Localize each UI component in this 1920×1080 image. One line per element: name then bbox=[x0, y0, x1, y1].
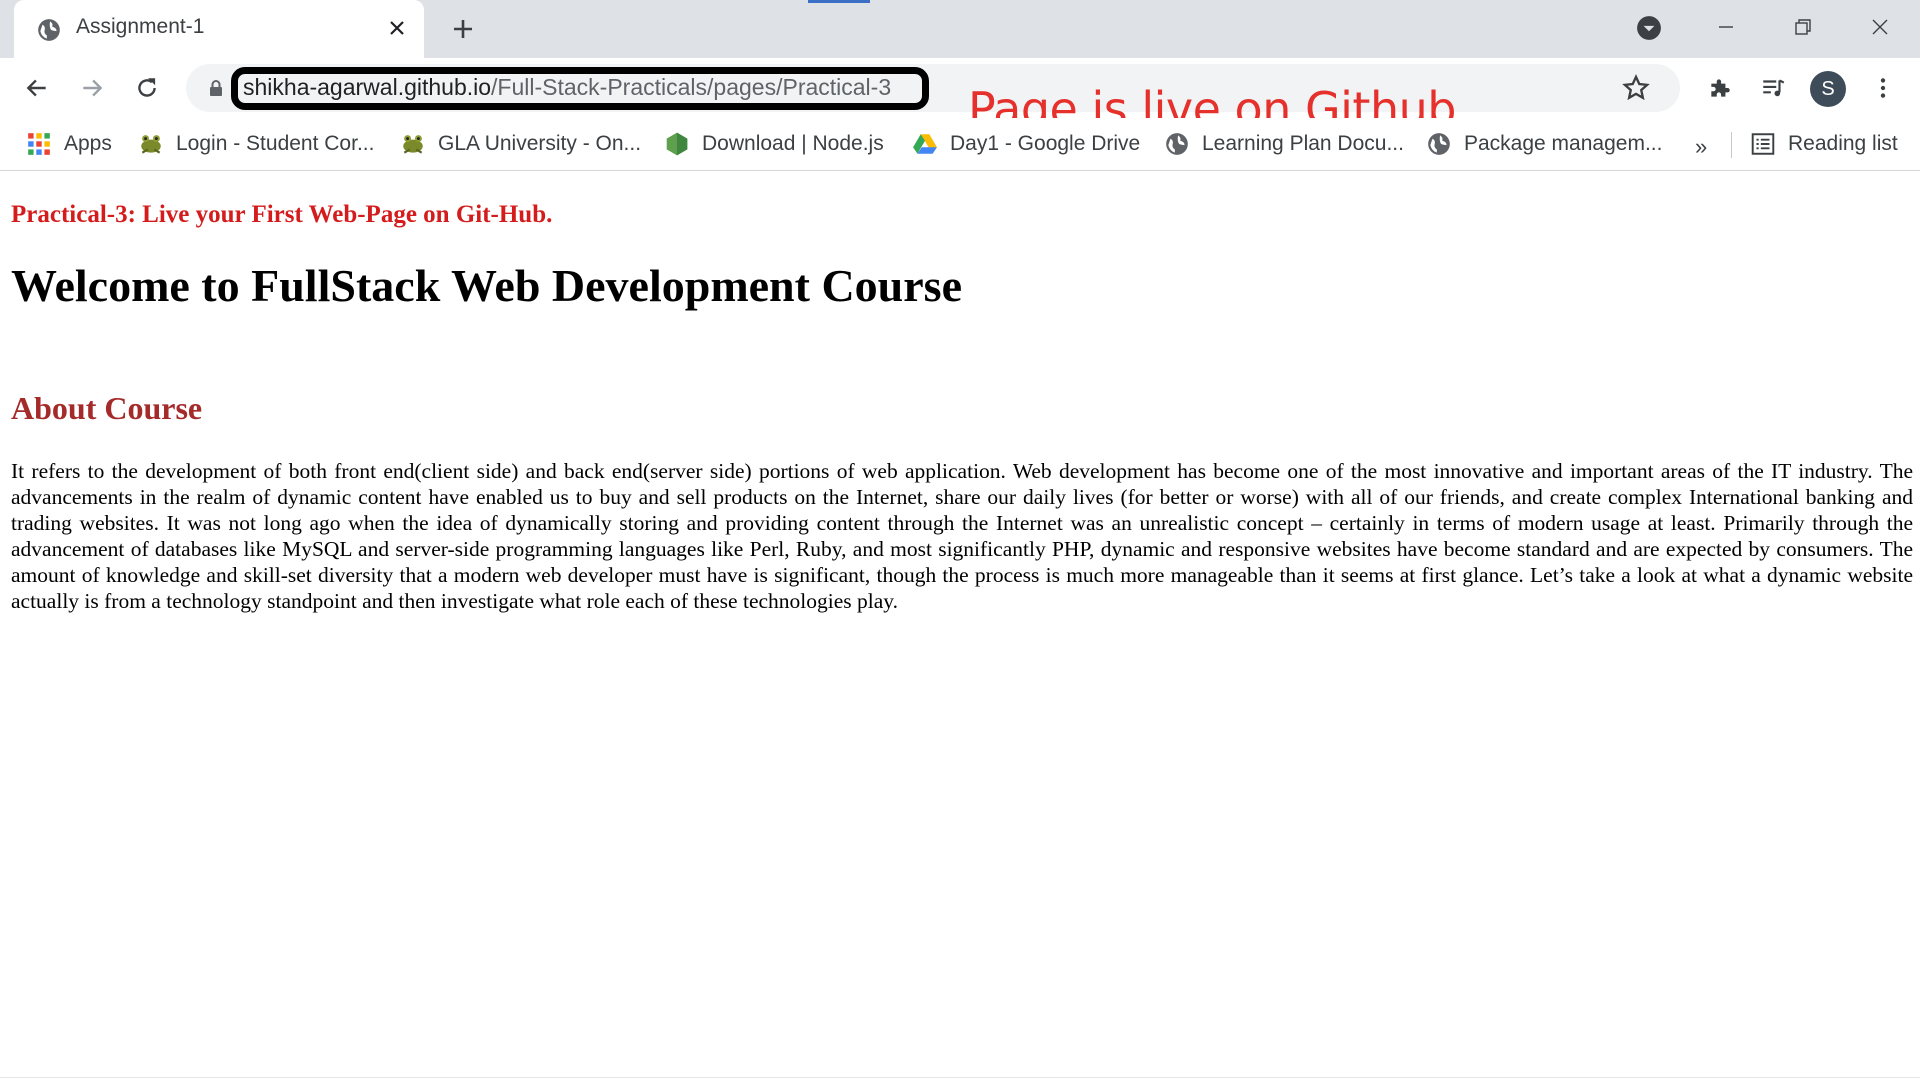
back-arrow-icon[interactable] bbox=[20, 71, 54, 105]
globe-icon bbox=[38, 19, 60, 41]
browser-tab[interactable]: Assignment-1 bbox=[14, 0, 424, 58]
frog-icon bbox=[141, 135, 161, 154]
bookmark-apps[interactable]: Apps bbox=[26, 128, 112, 160]
lock-icon[interactable] bbox=[206, 78, 226, 98]
close-tab-icon[interactable] bbox=[384, 15, 410, 41]
globe-icon bbox=[1166, 133, 1188, 155]
tab-strip: Assignment-1 bbox=[0, 0, 1920, 58]
restore-icon[interactable] bbox=[1788, 12, 1818, 42]
media-controls-icon[interactable] bbox=[1756, 71, 1790, 105]
new-tab-icon[interactable] bbox=[448, 14, 478, 44]
bookmark-label: Download | Node.js bbox=[702, 132, 884, 155]
reload-icon[interactable] bbox=[130, 71, 164, 105]
bookmark-label: Package managem... bbox=[1464, 132, 1663, 155]
bookmark-nodejs-download[interactable]: Download | Node.js bbox=[664, 128, 884, 160]
tab-title: Assignment-1 bbox=[76, 15, 205, 38]
window-close-icon[interactable] bbox=[1865, 12, 1895, 42]
bookmarks-divider bbox=[1731, 132, 1732, 158]
bookmark-label: Apps bbox=[64, 132, 112, 155]
forward-arrow-icon[interactable] bbox=[75, 71, 109, 105]
page-content: Practical-3: Live your First Web-Page on… bbox=[0, 171, 1920, 1080]
url-host: shikha-agarwal.github.io bbox=[243, 74, 492, 100]
globe-icon bbox=[1428, 133, 1450, 155]
url-path: /Full-Stack-Practicals/pages/Practical-3 bbox=[491, 74, 892, 100]
nodejs-icon bbox=[666, 132, 688, 156]
bookmark-label: Learning Plan Docu... bbox=[1202, 132, 1404, 155]
welcome-heading: Welcome to FullStack Web Development Cou… bbox=[11, 260, 962, 311]
apps-grid-icon bbox=[28, 133, 50, 155]
url-text[interactable]: shikha-agarwal.github.io/Full-Stack-Prac… bbox=[243, 74, 891, 101]
minimize-icon[interactable] bbox=[1711, 12, 1741, 42]
about-course-heading: About Course bbox=[11, 390, 203, 426]
frog-icon bbox=[403, 135, 423, 154]
bookmark-learning-plan[interactable]: Learning Plan Docu... bbox=[1164, 128, 1404, 160]
bookmark-login-student[interactable]: Login - Student Cor... bbox=[138, 128, 374, 160]
tab-drag-indicator bbox=[808, 0, 870, 3]
practical-title: Practical-3: Live your First Web-Page on… bbox=[11, 201, 553, 228]
bookmark-label: Login - Student Cor... bbox=[176, 132, 375, 155]
bookmarks-bar: Apps Login - Student Cor... GLA Universi… bbox=[0, 118, 1920, 171]
about-course-paragraph: It refers to the development of both fro… bbox=[11, 459, 1913, 613]
extensions-puzzle-icon[interactable] bbox=[1703, 71, 1737, 105]
reading-list-icon bbox=[1751, 133, 1775, 155]
bookmark-google-drive[interactable]: Day1 - Google Drive bbox=[912, 128, 1140, 160]
bookmark-package-management[interactable]: Package managem... bbox=[1426, 128, 1662, 160]
window-bottom-border bbox=[0, 1077, 1920, 1078]
bookmark-star-icon[interactable] bbox=[1622, 74, 1650, 102]
google-drive-icon bbox=[913, 134, 937, 154]
bookmarks-overflow-chevron[interactable]: » bbox=[1695, 134, 1707, 160]
more-menu-icon[interactable] bbox=[1866, 71, 1900, 105]
reading-list-label: Reading list bbox=[1788, 132, 1898, 155]
bookmark-gla-university[interactable]: GLA University - On... bbox=[400, 128, 641, 160]
browser-toolbar: shikha-agarwal.github.io/Full-Stack-Prac… bbox=[0, 58, 1920, 118]
bookmark-label: Day1 - Google Drive bbox=[950, 132, 1141, 155]
tab-search-icon[interactable] bbox=[1636, 15, 1662, 41]
reading-list-button[interactable]: Reading list bbox=[1750, 128, 1898, 160]
bookmark-label: GLA University - On... bbox=[438, 132, 642, 155]
profile-avatar[interactable]: S bbox=[1810, 71, 1846, 107]
